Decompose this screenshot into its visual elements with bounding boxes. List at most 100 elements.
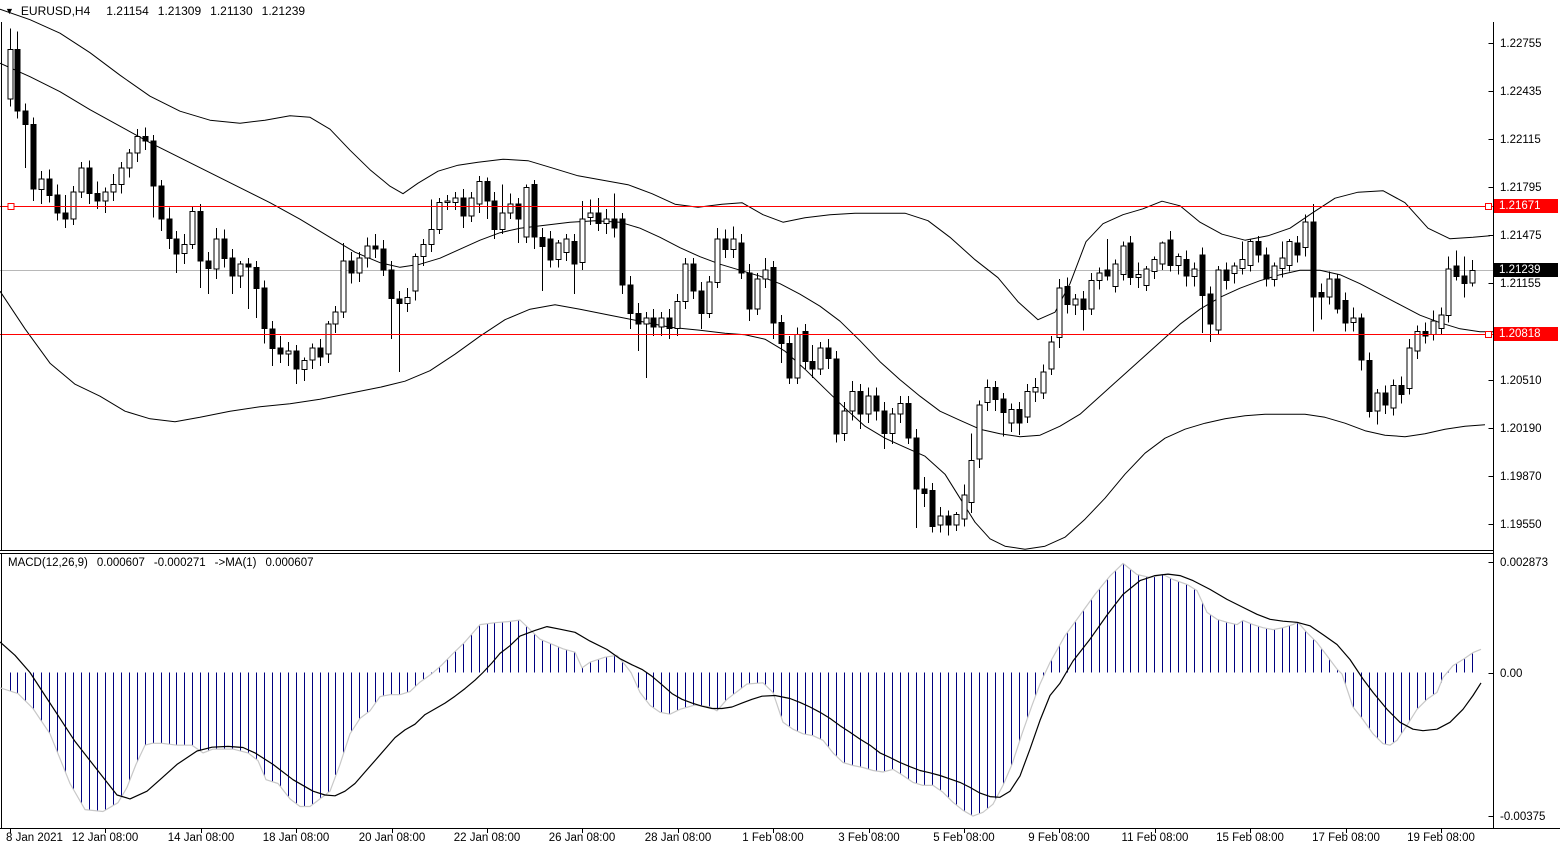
candle-body-bear [779,323,784,344]
candle-body-bull [326,324,331,354]
macd-value-main: 0.000607 [97,557,145,569]
candle-body-bear [1168,240,1173,266]
candle-body-bull [413,257,418,292]
price-tick-label: 1.20190 [1500,423,1542,435]
candle-body-bear [381,249,386,270]
candle-body-bear [1335,279,1340,309]
candle-body-bear [1295,243,1300,255]
candle-body-bear [15,50,20,111]
candle-body-bull [1033,387,1038,392]
candle-body-bear [206,261,211,269]
candle-body-bull [39,179,44,190]
candle-body-bear [930,491,935,527]
candle-body-bear [922,489,927,494]
candle-body-bull [1327,279,1332,297]
candle-body-bear [63,213,68,219]
candle-body-bull [421,245,426,257]
candle-body-bear [1319,293,1324,298]
candle-body-bull [731,239,736,250]
candle-body-bull [1025,392,1030,418]
candle-body-bear [1383,393,1388,405]
time-tick-label: 20 Jan 08:00 [359,832,426,844]
candle-body-bull [333,312,338,324]
candle-body-bear [461,198,466,216]
candle-body-bear [55,195,60,213]
candle-body-bull [214,239,219,269]
candle-body-bull [938,516,943,525]
candle-body-bear [47,179,52,196]
candle-body-bull [1375,393,1380,411]
candle-body-bull [1041,372,1046,393]
candle-body-bear [485,182,490,202]
candle-body-bull [564,239,569,253]
candle-body-bear [1367,360,1372,411]
candle-body-bear [1399,386,1404,395]
candle-body-bear [1343,300,1348,323]
candle-body-bull [71,192,76,219]
candle-body-bull [111,185,116,193]
candle-body-bear [1065,287,1070,305]
price-tag-support: 1.20818 [1494,327,1558,341]
candle-body-bear [254,267,259,288]
time-tick-label: 1 Feb 08:00 [742,832,803,844]
candle-body-bear [151,141,156,186]
resistance-line-handle[interactable] [8,204,14,210]
candle-body-bull [286,351,291,354]
candle-body-bull [1240,260,1245,269]
candle-body-bull [818,348,823,369]
chart-canvas[interactable] [0,0,1560,850]
candle-body-bear [858,392,863,415]
candle-body-bull [1470,270,1475,283]
time-tick-label: 15 Feb 08:00 [1216,832,1284,844]
price-tick-label: 1.22115 [1500,134,1541,146]
candle-body-bull [683,264,688,302]
quote-low: 1.21130 [210,4,253,18]
candle-body-bull [119,168,124,185]
candle-body-bull [79,168,84,192]
price-tag-resistance: 1.21671 [1494,199,1558,213]
candle-body-bull [429,230,434,245]
candle-body-bull [659,318,664,327]
candle-body-bear [1184,260,1189,277]
macd-tick-label: 0.002873 [1500,557,1548,569]
candle-body-bear [1311,222,1316,297]
candle-body-bear [1001,399,1006,413]
candle-body-bear [31,125,36,190]
candle-body-bull [1049,342,1054,369]
candle-body-bull [1280,258,1285,269]
chart-header: ▼EURUSD,H41.211541.213091.211301.21239 [5,4,314,18]
candle-body-bull [556,243,561,260]
candle-body-bear [1454,266,1459,277]
candle-body-bear [318,348,323,357]
time-tick-label: 26 Jan 08:00 [549,832,616,844]
support-line-handle[interactable] [1486,332,1492,338]
resistance-line-handle[interactable] [1486,204,1492,210]
candle-body-bull [238,264,243,276]
candle-body-bear [651,318,656,327]
symbol-dropdown-icon: ▼ [5,6,14,16]
quote-open: 1.21154 [106,4,149,18]
candle-body-bull [477,182,482,205]
candle-body-bull [127,153,132,168]
candle-body-bull [508,204,513,213]
candle-body-bull [453,198,458,203]
candle-body-bull [675,302,680,329]
candle-body-bear [1081,299,1086,310]
candle-body-bull [604,219,609,224]
candle-body-bear [198,212,203,262]
candle-body-bear [699,291,704,314]
candle-body-bear [906,404,911,439]
candle-body-bear [262,288,267,329]
candle-body-bear [1128,243,1133,278]
candle-body-bull [190,212,195,245]
candle-body-bear [492,201,497,230]
candle-body-bear [628,285,633,314]
macd-tick-label: 0.00 [1500,668,1522,680]
time-tick-label: 14 Jan 08:00 [168,832,235,844]
bollinger-lower-band [0,291,1485,549]
candle-body-bull [1097,273,1102,281]
candle-body-bull [135,137,140,154]
macd-indicator-label: MACD(12,26,9)0.000607-0.000271->MA(1)0.0… [8,557,322,569]
price-tick-label: 1.20510 [1500,375,1542,387]
candle-body-bear [548,239,553,260]
